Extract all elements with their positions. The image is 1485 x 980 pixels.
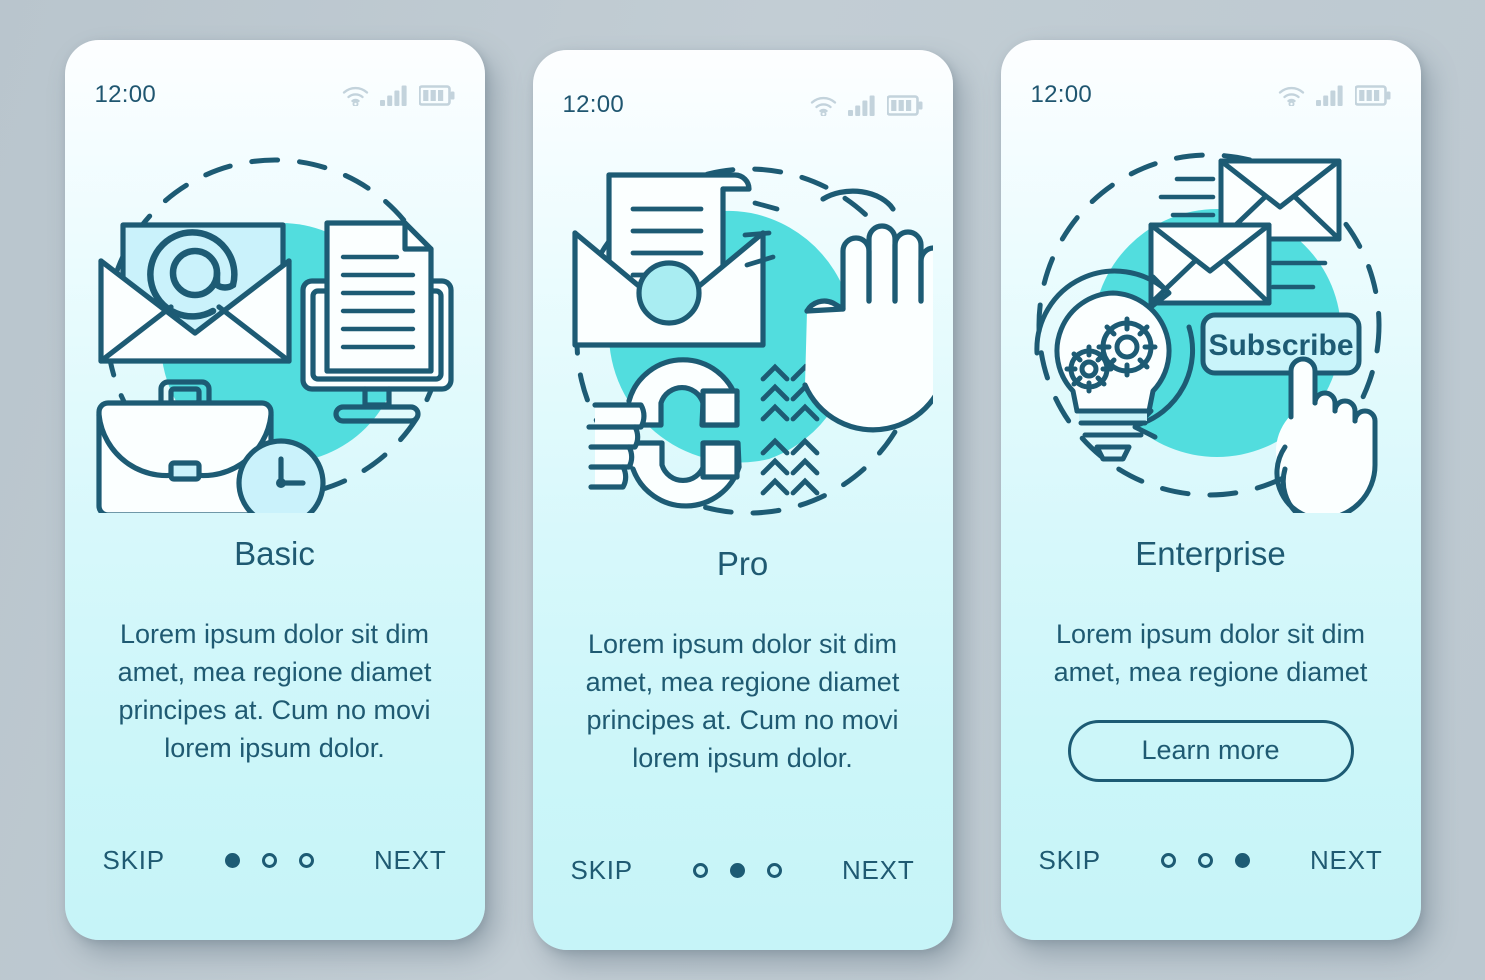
next-button[interactable]: NEXT — [374, 845, 447, 876]
phone-screen-basic: 12:00 Basic Lorem ipsum dolor sit dim am… — [64, 40, 485, 940]
dot-1[interactable] — [1160, 853, 1176, 868]
content-block-basic: Basic Lorem ipsum dolor sit dim amet, me… — [65, 535, 485, 767]
status-icons — [1278, 84, 1391, 106]
dot-1[interactable] — [224, 853, 240, 868]
skip-button[interactable]: SKIP — [571, 855, 633, 886]
status-icons — [810, 94, 923, 116]
dot-3[interactable] — [1234, 853, 1250, 868]
content-block-enterprise: Enterprise Lorem ipsum dolor sit dim ame… — [1001, 535, 1421, 782]
next-button[interactable]: NEXT — [842, 855, 915, 886]
dot-3[interactable] — [298, 853, 314, 868]
dot-3[interactable] — [766, 863, 782, 878]
dot-1[interactable] — [692, 863, 708, 878]
status-icons — [342, 84, 455, 106]
illustration-basic: .st{fill:none;stroke:#1d5b74;stroke-widt… — [65, 132, 485, 524]
page-description: Lorem ipsum dolor sit dim amet, mea regi… — [1053, 619, 1368, 688]
phone-screen-pro: 12:00 Pro Lorem ipsum dolor sit dim amet… — [532, 50, 953, 950]
signal-icon — [847, 95, 876, 116]
content-block-pro: Pro Lorem ipsum dolor sit dim amet, mea … — [533, 545, 953, 777]
battery-icon — [418, 84, 455, 106]
dot-2[interactable] — [729, 863, 745, 878]
phone-screen-enterprise: 12:00 Subscribe Enterprise Lorem ipsum d… — [1000, 40, 1421, 940]
page-description: Lorem ipsum dolor sit dim amet, mea regi… — [585, 629, 900, 773]
footer-nav: SKIP NEXT — [1001, 845, 1421, 876]
status-clock: 12:00 — [94, 81, 157, 108]
signal-icon — [1315, 85, 1344, 106]
subscribe-illustration-label: Subscribe — [1208, 329, 1353, 362]
learn-more-wrap: Learn more — [1027, 719, 1395, 782]
footer-nav: SKIP NEXT — [65, 845, 485, 876]
status-bar: 12:00 — [533, 88, 953, 122]
page-title: Pro — [716, 545, 769, 582]
page-indicator-dots — [224, 853, 314, 868]
status-bar: 12:00 — [1001, 78, 1421, 112]
page-title: Basic — [234, 535, 315, 572]
battery-icon — [1354, 84, 1391, 106]
status-clock: 12:00 — [562, 91, 625, 118]
page-indicator-dots — [1160, 853, 1250, 868]
dot-2[interactable] — [1197, 853, 1213, 868]
page-indicator-dots — [692, 863, 782, 878]
page-title: Enterprise — [1135, 535, 1286, 572]
battery-icon — [886, 94, 923, 116]
signal-icon — [379, 85, 408, 106]
status-bar: 12:00 — [65, 78, 485, 112]
illustration-pro: .st2{fill:none;stroke:#1d5b74;stroke-wid… — [533, 142, 953, 534]
skip-button[interactable]: SKIP — [103, 845, 165, 876]
page-description: Lorem ipsum dolor sit dim amet, mea regi… — [117, 619, 432, 763]
dot-2[interactable] — [261, 853, 277, 868]
wifi-icon — [1278, 85, 1305, 106]
wifi-icon — [810, 95, 837, 116]
learn-more-button[interactable]: Learn more — [1067, 719, 1354, 782]
wifi-icon — [342, 85, 369, 106]
illustration-enterprise: .st3{fill:none;stroke:#1d5b74;stroke-wid… — [1001, 132, 1421, 524]
footer-nav: SKIP NEXT — [533, 855, 953, 886]
onboarding-screens-row: 12:00 Basic Lorem ipsum dolor sit dim am… — [0, 0, 1485, 980]
next-button[interactable]: NEXT — [1310, 845, 1383, 876]
status-clock: 12:00 — [1030, 81, 1093, 108]
skip-button[interactable]: SKIP — [1039, 845, 1101, 876]
